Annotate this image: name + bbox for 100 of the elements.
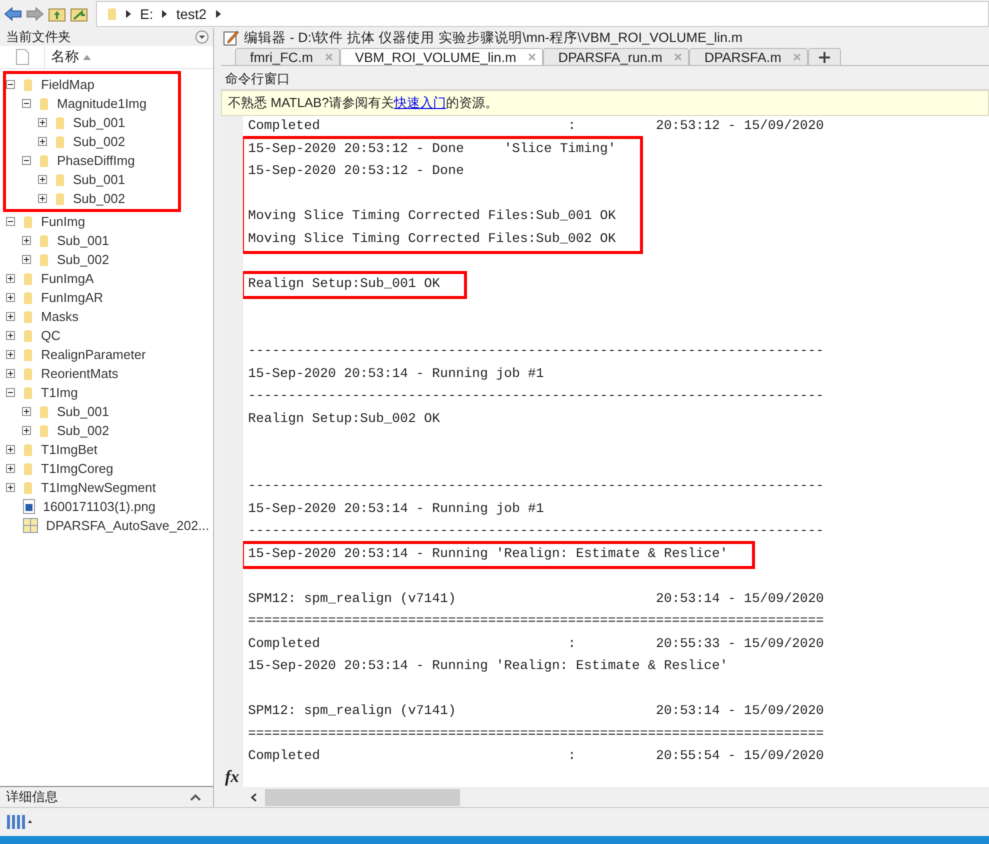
browse-folder-icon[interactable] bbox=[70, 6, 88, 22]
tree-item[interactable]: Magnitude1Img bbox=[57, 96, 147, 111]
expand-icon[interactable] bbox=[38, 175, 47, 184]
tree-item[interactable]: T1ImgNewSegment bbox=[41, 480, 156, 495]
address-bar[interactable]: E: test2 bbox=[96, 1, 989, 27]
console-line: Completed : 20:53:12 - 15/09/2020 bbox=[248, 118, 824, 136]
expand-icon[interactable] bbox=[22, 236, 31, 245]
folder-icon bbox=[39, 234, 49, 248]
folder-icon bbox=[39, 96, 49, 110]
tree-item[interactable]: FunImgAR bbox=[41, 290, 104, 305]
forward-arrow-icon[interactable] bbox=[26, 7, 44, 21]
bars-menu-icon[interactable] bbox=[6, 814, 32, 830]
console-line: 15-Sep-2020 20:53:12 - Done bbox=[248, 163, 465, 181]
folder-icon bbox=[39, 154, 49, 168]
quick-start-link[interactable]: 快速入门 bbox=[394, 94, 446, 112]
tree-item[interactable]: Sub_001 bbox=[73, 172, 126, 187]
tree-item[interactable]: Sub_002 bbox=[57, 252, 110, 267]
expand-icon[interactable] bbox=[38, 137, 47, 146]
console-line: Realign Setup:Sub_001 OK bbox=[248, 276, 440, 294]
tree-item[interactable]: 1600171103(1).png bbox=[43, 499, 156, 514]
scrollbar-thumb[interactable] bbox=[265, 788, 460, 806]
expand-icon[interactable] bbox=[22, 255, 31, 264]
collapse-icon[interactable] bbox=[6, 217, 15, 226]
tree-item[interactable]: Sub_001 bbox=[57, 404, 110, 419]
expand-icon[interactable] bbox=[6, 369, 15, 378]
tree-item[interactable]: T1Img bbox=[41, 385, 78, 400]
new-tab-button[interactable] bbox=[808, 48, 842, 65]
expand-icon[interactable] bbox=[6, 445, 15, 454]
expand-icon[interactable] bbox=[22, 407, 31, 416]
expand-icon[interactable] bbox=[38, 194, 47, 203]
console-line: SPM12: spm_realign (v7141) 20:53:14 - 15/09/2020 bbox=[248, 703, 824, 721]
folder-icon bbox=[39, 404, 49, 418]
scroll-left-icon[interactable] bbox=[251, 792, 257, 802]
tree-item[interactable]: T1ImgCoreg bbox=[41, 461, 114, 476]
notice-text: 不熟悉 MATLAB?请参阅有关快速入门的资源。 bbox=[221, 90, 989, 116]
image-file-icon bbox=[23, 499, 35, 514]
tree-item[interactable]: T1ImgBet bbox=[41, 442, 98, 457]
expand-icon[interactable] bbox=[6, 312, 15, 321]
folder-icon bbox=[55, 134, 65, 148]
collapse-icon[interactable] bbox=[6, 388, 15, 397]
console-line: 15-Sep-2020 20:53:12 - Done 'Slice Timing' bbox=[248, 140, 616, 158]
pencil-notepad-icon bbox=[223, 30, 239, 46]
dropdown-icon[interactable] bbox=[195, 30, 209, 44]
expand-icon[interactable] bbox=[6, 464, 15, 473]
folder-icon bbox=[23, 366, 33, 380]
console-line: Moving Slice Timing Corrected Files:Sub_002 OK bbox=[248, 230, 616, 248]
back-arrow-icon[interactable] bbox=[4, 7, 22, 21]
sort-up-icon bbox=[83, 54, 91, 60]
console-line: ------------------------------------------------------------------------ bbox=[248, 343, 824, 361]
expand-icon[interactable] bbox=[6, 483, 15, 492]
file-tab[interactable]: fmri_FC.m bbox=[235, 48, 340, 65]
console-line: Moving Slice Timing Corrected Files:Sub_001 OK bbox=[248, 208, 616, 226]
console-line: ------------------------------------------------------------------------ bbox=[248, 388, 824, 406]
table-file-icon bbox=[23, 518, 38, 533]
tree-item[interactable]: ReorientMats bbox=[41, 366, 118, 381]
console-line: SPM12: spm_realign (v7141) 20:53:14 - 15/09/2020 bbox=[248, 590, 824, 608]
folder-icon bbox=[23, 290, 33, 304]
console-line: 15-Sep-2020 20:53:14 - Running job #1 bbox=[248, 500, 545, 518]
expand-icon[interactable] bbox=[6, 274, 15, 283]
breadcrumb[interactable]: test2 bbox=[176, 6, 207, 22]
caret-up-icon[interactable] bbox=[190, 794, 201, 800]
tree-item[interactable]: Sub_002 bbox=[73, 191, 126, 206]
expand-icon[interactable] bbox=[6, 350, 15, 359]
tree-item[interactable]: RealignParameter bbox=[41, 347, 146, 362]
tree-item[interactable]: QC bbox=[41, 328, 60, 343]
tree-item[interactable]: Sub_002 bbox=[73, 134, 126, 149]
breadcrumb[interactable]: E: bbox=[140, 6, 154, 22]
console-line: ======================================================================== bbox=[248, 726, 824, 744]
file-icon bbox=[16, 49, 28, 65]
console-line: Realign Setup:Sub_002 OK bbox=[248, 410, 441, 428]
column-header[interactable]: 名称 bbox=[45, 46, 91, 68]
tree-item[interactable]: DPARSFA_AutoSave_202... bbox=[46, 518, 210, 533]
collapse-icon[interactable] bbox=[22, 99, 31, 108]
expand-icon[interactable] bbox=[6, 293, 15, 302]
console-line: 15-Sep-2020 20:53:14 - Running 'Realign: Estimate & Reslice' bbox=[248, 546, 728, 564]
folder-icon bbox=[23, 328, 33, 342]
folder-icon bbox=[39, 424, 49, 438]
file-tab[interactable]: VBM_ROI_VOLUME_lin.m bbox=[340, 48, 544, 65]
tree-item[interactable]: FieldMap bbox=[41, 77, 94, 92]
expand-icon[interactable] bbox=[6, 331, 15, 340]
tree-item[interactable]: Masks bbox=[41, 309, 79, 324]
editor-title: 编辑器 - D:\软件 抗体 仪器使用 实验步骤说明\mn-程序\VBM_ROI_VOLUME_lin.m bbox=[244, 28, 743, 46]
file-tab[interactable]: DPARSFA_run.m bbox=[543, 48, 690, 65]
console-line: Completed : 20:55:33 - 15/09/2020 bbox=[248, 636, 824, 654]
collapse-icon[interactable] bbox=[22, 156, 31, 165]
up-folder-icon[interactable] bbox=[48, 6, 66, 22]
tree-item[interactable]: Sub_001 bbox=[73, 115, 126, 130]
folder-icon bbox=[23, 480, 33, 494]
folder-icon bbox=[23, 310, 33, 324]
function-prompt-icon[interactable]: fx bbox=[225, 767, 240, 787]
tree-item[interactable]: Sub_001 bbox=[57, 233, 110, 248]
file-tab[interactable]: DPARSFA.m bbox=[689, 48, 808, 65]
tree-item[interactable]: PhaseDiffImg bbox=[57, 153, 135, 168]
expand-icon[interactable] bbox=[38, 118, 47, 127]
collapse-icon[interactable] bbox=[6, 80, 15, 89]
tree-item[interactable]: FunImgA bbox=[41, 271, 94, 286]
tree-item[interactable]: FunImg bbox=[41, 214, 86, 229]
tree-item[interactable]: Sub_002 bbox=[57, 423, 110, 438]
expand-icon[interactable] bbox=[22, 426, 31, 435]
folder-icon bbox=[23, 462, 33, 476]
